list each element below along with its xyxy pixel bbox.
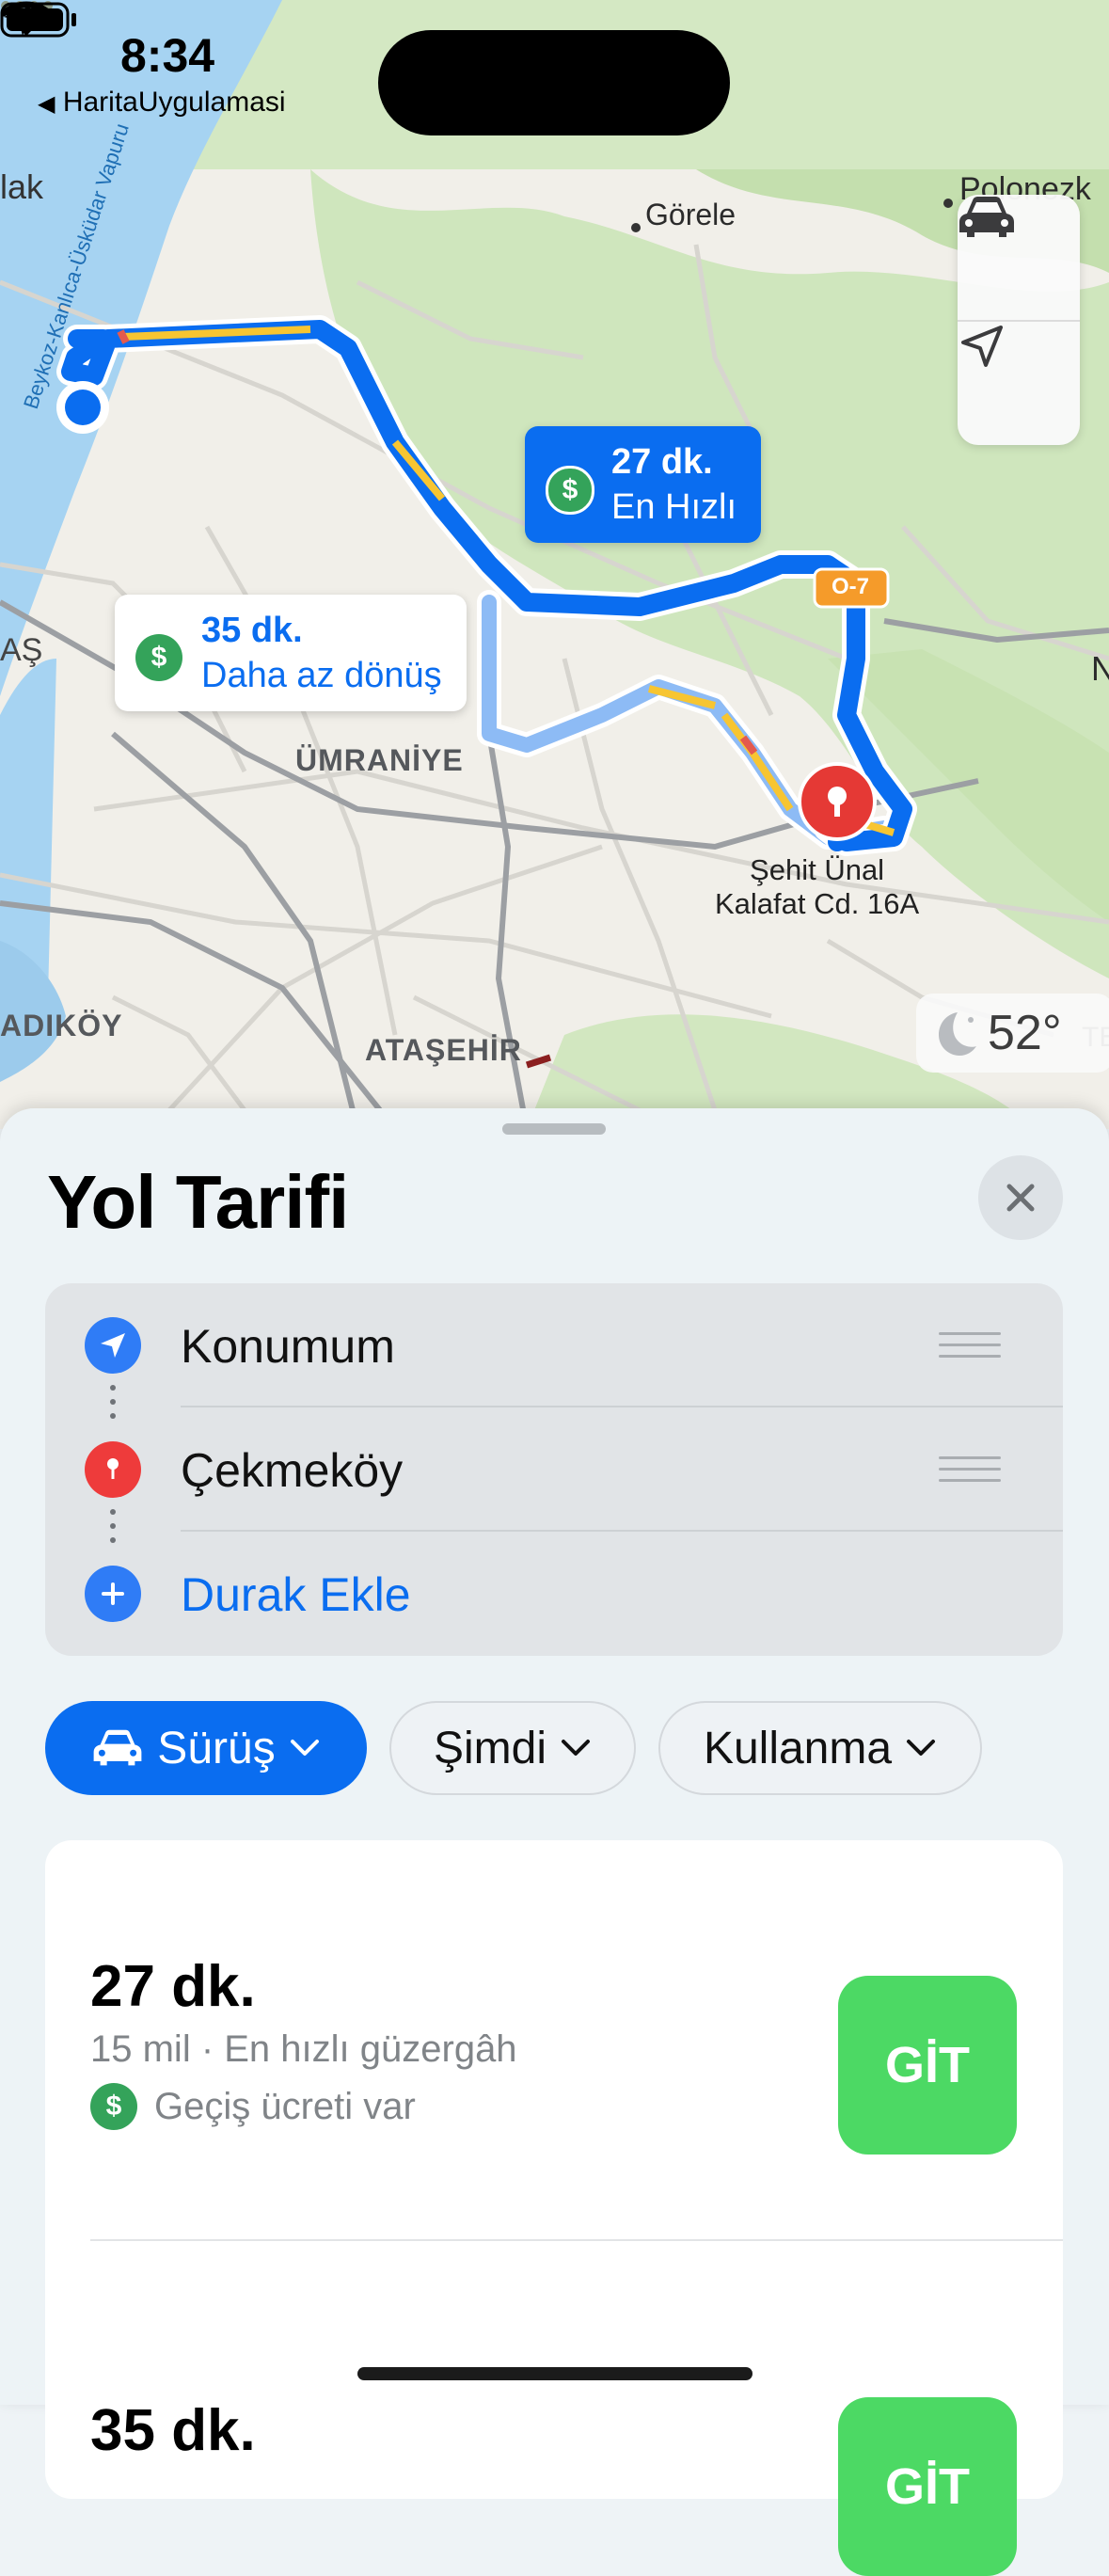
route-callout-alternative[interactable]: $ 35 dk. Daha az dönüş	[115, 595, 467, 711]
moon-icon	[939, 1012, 976, 1056]
plus-icon	[85, 1566, 141, 1622]
map-label-kadikoy: ADIKÖY	[0, 1009, 123, 1042]
chevron-down-icon	[290, 1740, 319, 1756]
map-label-lak: lak	[0, 167, 44, 206]
route-duration: 35 dk.	[90, 2398, 256, 2463]
chevron-down-icon	[562, 1740, 591, 1756]
route-callout-fastest[interactable]: $ 27 dk. En Hızlı	[525, 426, 762, 543]
waypoints-list: Konumum Çekmeköy Durak Ekle	[45, 1283, 1063, 1656]
battery-icon	[0, 2, 76, 38]
map-pin-icon	[85, 1441, 141, 1498]
route-divider	[90, 2239, 1063, 2241]
go-button[interactable]: GİT	[838, 2397, 1017, 2576]
map-label-umraniye: ÜMRANİYE	[295, 743, 464, 777]
waypoint-origin-label: Konumum	[181, 1320, 395, 1373]
map-mode-button[interactable]	[958, 195, 1080, 320]
callout-alt-tag: Daha az dönüş	[201, 656, 442, 695]
map-view[interactable]: Görele Polonezk lak AŞ ÜMRANİYE ADIKÖY A…	[0, 0, 1109, 1129]
go-button[interactable]: GİT	[838, 1976, 1017, 2155]
callout-alt-time: 35 dk.	[201, 611, 303, 650]
map-label-as: AŞ	[0, 632, 43, 668]
transport-mode-button[interactable]: Sürüş	[45, 1701, 367, 1795]
car-icon	[93, 1729, 142, 1766]
status-bar: 8:34 ◀ HaritaUygulamasi	[0, 0, 1109, 165]
callout-fastest-tag: En Hızlı	[611, 487, 737, 527]
highway-shield-label: O-7	[832, 574, 870, 599]
add-stop-label: Durak Ekle	[181, 1568, 411, 1621]
sheet-grabber[interactable]	[502, 1123, 606, 1135]
weather-badge: 52°	[916, 994, 1109, 1073]
chevron-down-icon	[907, 1740, 936, 1756]
directions-sheet: Yol Tarifi Konumum Çekmeköy Durak Ekle S…	[0, 1108, 1109, 2576]
current-location-button[interactable]	[958, 322, 1080, 445]
destination-line2: Kalafat Cd. 16A	[715, 887, 920, 920]
back-triangle-icon: ◀	[38, 91, 55, 117]
add-stop-button[interactable]: Durak Ekle	[45, 1532, 1063, 1656]
callout-fastest-time: 27 dk.	[611, 442, 713, 482]
temperature-text: 52°	[988, 1006, 1062, 1060]
departure-time-button[interactable]: Şimdi	[389, 1701, 636, 1795]
avoid-options-label: Kullanma	[703, 1723, 893, 1773]
routes-list: 27 dk. 15 mil · En hızlı güzergâh $ Geçi…	[45, 1840, 1063, 2576]
car-icon	[959, 197, 1014, 237]
status-time: 8:34	[120, 29, 215, 82]
route-toll-label: Geçiş ücreti var	[154, 2085, 416, 2127]
departure-time-label: Şimdi	[433, 1723, 547, 1773]
close-icon	[1006, 1184, 1035, 1212]
toll-dollar-icon: $	[90, 2083, 137, 2130]
waypoint-destination-label: Çekmeköy	[181, 1444, 404, 1497]
reorder-handle-icon[interactable]	[939, 1332, 1001, 1362]
map-canvas	[0, 0, 1109, 1129]
destination-line1: Şehit Ünal	[750, 853, 885, 886]
map-label-n: N	[1091, 649, 1109, 688]
close-button[interactable]	[978, 1155, 1063, 1240]
destination-map-label: Şehit Ünal Kalafat Cd. 16A	[715, 853, 919, 921]
map-label-gorele: Görele	[645, 198, 737, 231]
sheet-title: Yol Tarifi	[47, 1160, 349, 1244]
toll-dollar-icon: $	[546, 466, 594, 515]
route-toll-info: $ Geçiş ücreti var	[90, 2083, 416, 2130]
avoid-options-button[interactable]: Kullanma	[658, 1701, 982, 1795]
back-app-label: HaritaUygulamasi	[62, 87, 286, 118]
toll-dollar-icon: $	[135, 634, 182, 681]
location-arrow-icon	[961, 326, 1003, 367]
route-duration: 27 dk.	[90, 1954, 256, 2019]
waypoint-origin[interactable]: Konumum	[45, 1283, 1063, 1407]
back-to-app-button[interactable]: ◀ HaritaUygulamasi	[38, 87, 286, 119]
dynamic-island	[378, 30, 730, 135]
home-indicator[interactable]	[357, 2367, 753, 2380]
map-label-atasehir: ATAŞEHİR	[365, 1033, 522, 1067]
map-controls	[958, 195, 1080, 445]
waypoint-destination[interactable]: Çekmeköy	[45, 1407, 1063, 1532]
reorder-handle-icon[interactable]	[939, 1456, 1001, 1487]
transport-mode-label: Sürüş	[157, 1723, 276, 1773]
location-arrow-icon	[85, 1317, 141, 1374]
route-details: 15 mil · En hızlı güzergâh	[90, 2028, 517, 2070]
